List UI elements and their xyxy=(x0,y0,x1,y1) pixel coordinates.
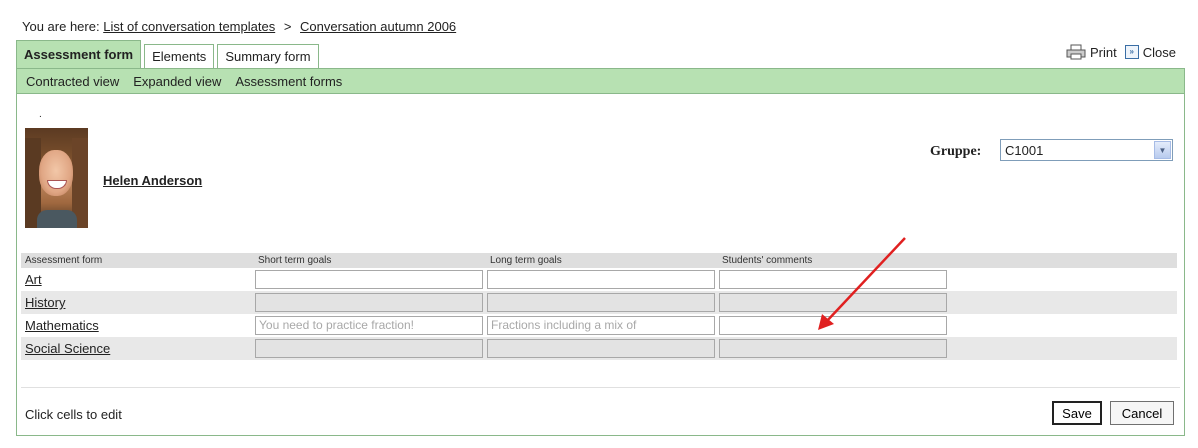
tab-assessment-form[interactable]: Assessment form xyxy=(16,40,142,68)
view-subnav: Contracted view Expanded view Assessment… xyxy=(17,69,1184,94)
group-label: Gruppe: xyxy=(930,144,982,159)
breadcrumb: You are here: List of conversation templ… xyxy=(22,19,456,34)
cancel-button[interactable]: Cancel xyxy=(1110,401,1174,425)
breadcrumb-prefix: You are here: xyxy=(22,19,100,34)
top-actions: Print » Close xyxy=(1066,44,1176,60)
tab-bar: Assessment form Elements Summary form xyxy=(16,40,322,68)
subject-link-history[interactable]: History xyxy=(25,295,65,310)
expanded-view-link[interactable]: Expanded view xyxy=(133,74,221,89)
subject-link-art[interactable]: Art xyxy=(25,272,42,287)
close-label: Close xyxy=(1142,44,1176,60)
close-link[interactable]: » Close xyxy=(1124,44,1176,60)
group-select-value: C1001 xyxy=(1005,142,1044,158)
short-term-goal-cell[interactable] xyxy=(255,270,483,289)
breadcrumb-link-conversation[interactable]: Conversation autumn 2006 xyxy=(300,19,456,34)
subject-link-social-science[interactable]: Social Science xyxy=(25,341,110,356)
students-comment-cell[interactable] xyxy=(719,293,947,312)
short-term-goal-cell[interactable] xyxy=(255,339,483,358)
long-term-goal-cell[interactable] xyxy=(487,293,715,312)
header-short-term-goals: Short term goals xyxy=(258,255,332,266)
edit-hint: Click cells to edit xyxy=(25,407,122,422)
print-link[interactable]: Print xyxy=(1066,44,1117,60)
assessment-panel: Contracted view Expanded view Assessment… xyxy=(16,68,1185,436)
footer-divider xyxy=(21,387,1180,388)
long-term-goal-cell[interactable] xyxy=(487,339,715,358)
breadcrumb-link-templates[interactable]: List of conversation templates xyxy=(103,19,275,34)
student-name-link[interactable]: Helen Anderson xyxy=(103,173,202,188)
table-row: History xyxy=(21,291,1177,314)
header-assessment-form: Assessment form xyxy=(25,255,103,266)
print-label: Print xyxy=(1090,44,1117,60)
breadcrumb-separator: > xyxy=(283,19,292,34)
tab-summary-form[interactable]: Summary form xyxy=(217,44,319,68)
chevron-down-icon[interactable]: ▼ xyxy=(1154,141,1171,159)
subject-link-mathematics[interactable]: Mathematics xyxy=(25,318,99,333)
header-long-term-goals: Long term goals xyxy=(490,255,562,266)
table-row: Mathematics You need to practice fractio… xyxy=(21,314,1177,337)
short-term-goal-cell[interactable]: You need to practice fraction! xyxy=(255,316,483,335)
tab-elements[interactable]: Elements xyxy=(144,44,215,68)
students-comment-cell[interactable] xyxy=(719,339,947,358)
printer-icon xyxy=(1066,44,1086,60)
save-button[interactable]: Save xyxy=(1052,401,1102,425)
long-term-goal-cell[interactable] xyxy=(487,270,715,289)
group-select[interactable]: C1001 ▼ xyxy=(1000,139,1173,161)
assessment-table: Assessment form Short term goals Long te… xyxy=(21,253,1177,360)
header-students-comments: Students' comments xyxy=(722,255,813,266)
dot-marker: . xyxy=(39,109,42,120)
student-photo xyxy=(25,128,88,228)
students-comment-cell[interactable] xyxy=(719,316,947,335)
table-header-row: Assessment form Short term goals Long te… xyxy=(21,253,1177,268)
students-comment-cell[interactable] xyxy=(719,270,947,289)
assessment-forms-link[interactable]: Assessment forms xyxy=(235,74,342,89)
short-term-goal-cell[interactable] xyxy=(255,293,483,312)
long-term-goal-cell[interactable]: Fractions including a mix of xyxy=(487,316,715,335)
table-row: Art xyxy=(21,268,1177,291)
contracted-view-link[interactable]: Contracted view xyxy=(26,74,119,89)
close-icon: » xyxy=(1124,45,1139,59)
table-row: Social Science xyxy=(21,337,1177,360)
